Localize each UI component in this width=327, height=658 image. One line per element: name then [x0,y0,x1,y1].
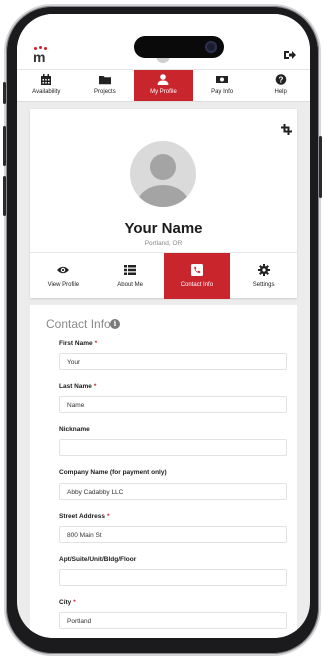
profile-location: Portland, OR [144,240,183,247]
tab-label: Pay Info [211,89,234,95]
question-icon: ? [275,74,287,85]
profile-avatar[interactable] [130,141,196,207]
street-address-field[interactable]: 800 Main St [59,526,287,543]
phone-icon [190,264,203,276]
mute-switch [3,82,6,104]
profile-name: Your Name [124,220,203,237]
svg-text:?: ? [278,76,283,85]
contact-info-form: Contact Info i First Name * Your Last Nam… [30,305,297,638]
tab-view-profile[interactable]: View Profile [30,253,97,299]
tab-label: Availability [32,89,61,95]
tab-about-me[interactable]: About Me [97,253,164,299]
tab-label: My Profile [150,89,177,95]
first-name-label: First Name * [59,340,98,347]
power-button [319,136,322,198]
tab-contact-info[interactable]: Contact Info [163,253,231,299]
tab-pay-info[interactable]: Pay Info [193,70,252,101]
eye-icon [57,264,70,276]
dynamic-island [134,36,224,58]
company-name-label: Company Name (for payment only) [59,469,167,476]
tab-help[interactable]: ? Help [251,70,310,101]
profile-subtabs: View Profile About Me Contact Info Setti… [30,252,297,299]
tab-my-profile[interactable]: My Profile [134,70,193,101]
city-label: City * [59,599,76,606]
tab-settings[interactable]: Settings [230,253,297,299]
apt-suite-label: Apt/Suite/Unit/Bldg/Floor [59,556,137,563]
gear-icon [257,264,270,276]
section-title: Contact Info [46,317,111,331]
city-field[interactable]: Portland [59,612,287,629]
street-address-label: Street Address * [59,513,110,520]
volume-down-button [3,176,6,216]
info-icon[interactable]: i [110,319,120,329]
volume-up-button [3,126,6,166]
main-tab-bar: Availability Projects My Profile Pay Inf… [17,69,310,102]
company-name-field[interactable]: Abby Cadabby LLC [59,483,287,500]
subtab-label: View Profile [47,282,80,288]
money-icon [216,74,229,85]
user-icon [157,74,169,85]
people-logo-icon[interactable]: m [33,46,49,64]
subtab-label: Contact Info [180,282,214,288]
tab-label: Help [274,89,287,95]
sign-out-icon[interactable] [283,48,297,62]
camera-icon [205,41,217,53]
tab-availability[interactable]: Availability [17,70,76,101]
nickname-field[interactable] [59,439,287,456]
apt-suite-field[interactable] [59,569,287,586]
folder-icon [98,74,111,85]
last-name-field[interactable]: Name [59,396,287,413]
list-icon [124,264,137,276]
subtab-label: About Me [117,282,143,288]
last-name-label: Last Name * [59,383,97,390]
nickname-label: Nickname [59,426,90,433]
phone-screen: m Availability Projects My Profile Pay I… [17,14,310,638]
subtab-label: Settings [252,282,275,288]
calendar-icon [40,74,52,85]
tab-projects[interactable]: Projects [76,70,135,101]
crop-icon[interactable] [281,124,292,135]
first-name-field[interactable]: Your [59,353,287,370]
tab-label: Projects [94,89,116,95]
profile-card: Your Name Portland, OR View Profile Abou… [30,109,297,299]
